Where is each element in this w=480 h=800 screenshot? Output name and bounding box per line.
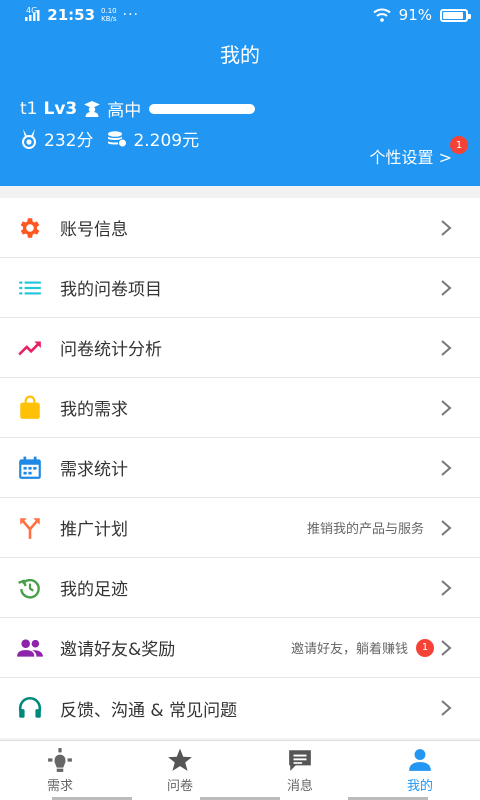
settings-menu: 账号信息我的问卷项目 问卷统计分析 我的需求需求统计推广计划 推销我的产品与服务我的足…	[0, 198, 480, 738]
balance-value: 2.209元	[133, 131, 200, 151]
username-redacted	[149, 103, 256, 114]
calendar-icon	[16, 454, 44, 482]
network-speed: 0.10 KB/s	[101, 7, 117, 23]
menu-item-label: 推广计划	[60, 520, 128, 540]
status-bar: 4G 21:53 0.10 KB/s ··· 91%	[0, 0, 480, 30]
menu-item[interactable]: 反馈、沟通 & 常见问题	[0, 678, 480, 738]
profile-info-row: t1 Lv3 高中	[20, 96, 256, 121]
user-grade: 高中	[107, 101, 142, 121]
chevron-right-icon	[438, 459, 454, 477]
notification-badge: 1	[416, 638, 434, 657]
chevron-right-icon	[438, 519, 454, 537]
menu-item[interactable]: 账号信息	[0, 198, 480, 258]
chevron-right-icon	[438, 399, 454, 417]
lightbulb-icon	[47, 747, 73, 773]
chevron-right-icon	[438, 579, 454, 597]
tab-label: 消息	[286, 779, 313, 794]
menu-item-label: 问卷统计分析	[60, 340, 162, 360]
menu-item-label: 账号信息	[60, 220, 128, 240]
tab-label: 需求	[46, 779, 73, 794]
menu-item-hint: 邀请好友，躺着赚钱	[290, 642, 408, 657]
title-bar: 我的	[0, 30, 480, 76]
more-notifications-icon: ···	[122, 7, 139, 23]
signal-indicator: 4G	[26, 6, 38, 15]
bag-icon	[16, 394, 44, 422]
person-icon	[407, 747, 433, 773]
menu-item[interactable]: 我的需求	[0, 378, 480, 438]
settings-notification-badge: 1	[450, 136, 468, 154]
battery-percent: 91%	[398, 6, 432, 24]
chevron-right-icon	[438, 279, 454, 297]
personal-settings-label: 个性设置 >	[369, 148, 453, 167]
tab-mine[interactable]: 我的	[360, 741, 480, 800]
menu-item[interactable]: 我的问卷项目	[0, 258, 480, 318]
menu-item[interactable]: 邀请好友&奖励 邀请好友，躺着赚钱 1	[0, 618, 480, 678]
medal-icon	[20, 128, 38, 149]
history-icon	[16, 574, 44, 602]
tab-label: 我的	[406, 779, 433, 794]
menu-item[interactable]: 我的足迹	[0, 558, 480, 618]
menu-item[interactable]: 推广计划 推销我的产品与服务	[0, 498, 480, 558]
tab-messages[interactable]: 消息	[240, 741, 360, 800]
profile-stats-row: 232分 2.209元	[20, 126, 199, 151]
clock: 21:53	[47, 6, 96, 24]
bottom-tab-bar: 需求 问卷 消息 我的	[0, 740, 480, 800]
tab-demand[interactable]: 需求	[0, 741, 120, 800]
coins-icon	[107, 130, 128, 148]
user-level: Lv3	[43, 98, 78, 119]
menu-item-label: 我的问卷项目	[60, 280, 162, 300]
trend-icon	[16, 334, 44, 362]
profile-header: t1 Lv3 高中 232分 2.209元 个性设置 > 1	[0, 76, 480, 186]
menu-item-label: 我的足迹	[60, 580, 128, 600]
people-icon	[16, 634, 44, 662]
menu-item-hint: 推销我的产品与服务	[306, 522, 424, 537]
headset-icon	[16, 694, 44, 722]
menu-item[interactable]: 问卷统计分析	[0, 318, 480, 378]
user-id: t1	[20, 98, 38, 119]
chevron-right-icon	[438, 699, 454, 717]
menu-item-label: 邀请好友&奖励	[60, 640, 176, 660]
points-value: 232分	[44, 131, 94, 151]
message-icon	[287, 747, 313, 773]
page-title: 我的	[220, 42, 260, 67]
chevron-right-icon	[438, 639, 454, 657]
tab-survey[interactable]: 问卷	[120, 741, 240, 800]
personal-settings-link[interactable]: 个性设置 > 1	[369, 136, 468, 168]
gear-icon	[16, 214, 44, 242]
chevron-right-icon	[438, 219, 454, 237]
tab-label: 问卷	[166, 779, 193, 794]
battery-icon	[440, 8, 471, 22]
split-arrows-icon	[16, 514, 44, 542]
list-icon	[16, 274, 44, 302]
wifi-icon	[372, 8, 391, 22]
star-icon	[167, 747, 193, 773]
menu-item[interactable]: 需求统计	[0, 438, 480, 498]
chevron-right-icon	[438, 339, 454, 357]
menu-item-label: 我的需求	[60, 400, 128, 420]
graduate-icon	[83, 100, 101, 118]
menu-item-label: 需求统计	[60, 460, 128, 480]
menu-item-label: 反馈、沟通 & 常见问题	[60, 700, 238, 721]
